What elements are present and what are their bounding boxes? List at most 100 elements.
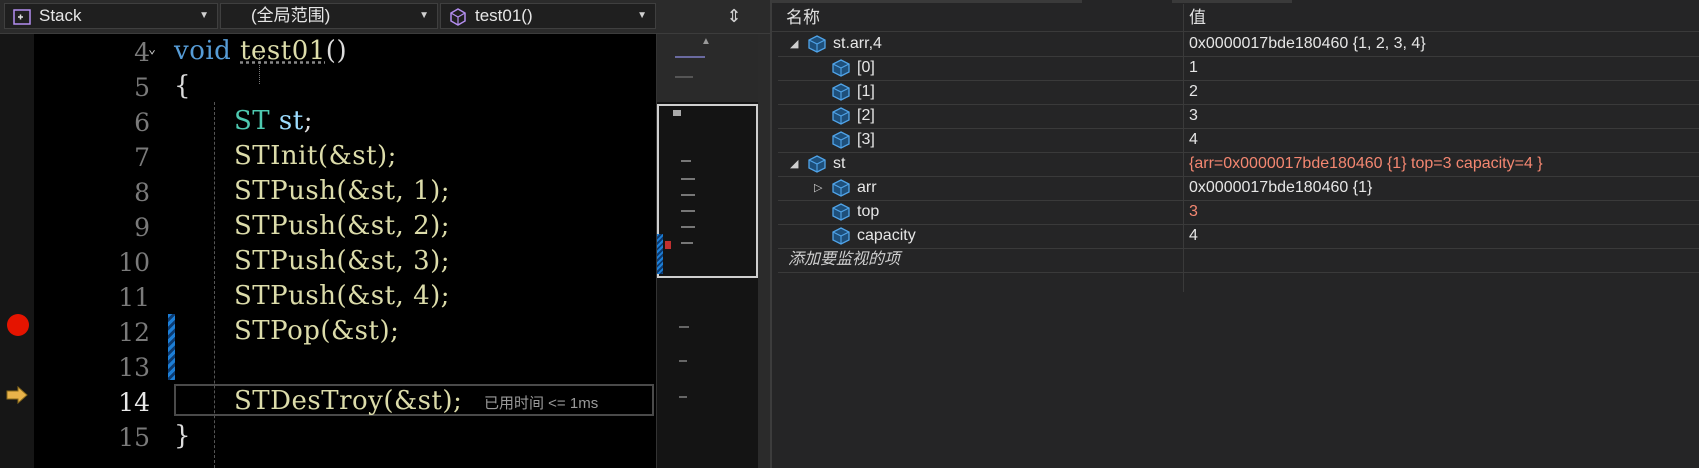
line-number: 13: [118, 353, 150, 382]
code-line[interactable]: STPush(&st, 4);: [234, 281, 450, 311]
line-number: 8: [134, 178, 150, 207]
change-indicator: [168, 314, 175, 380]
minimap-line: [679, 396, 687, 398]
minimap-line: [673, 110, 681, 116]
column-header-value[interactable]: 值: [1189, 4, 1206, 32]
variable-icon: [832, 179, 850, 197]
column-header-name[interactable]: 名称: [786, 4, 820, 32]
code-line[interactable]: STInit(&st);: [234, 141, 397, 171]
code-line[interactable]: void test01(): [174, 36, 347, 66]
watch-row[interactable]: [3] 4: [778, 128, 1699, 153]
breakpoint-icon[interactable]: [7, 314, 29, 336]
watch-value[interactable]: 0x0000017bde180460 {1, 2, 3, 4}: [1189, 32, 1426, 56]
variable-icon: [808, 155, 826, 173]
minimap-scroll-up-icon[interactable]: ▲: [701, 36, 711, 47]
chevron-down-icon: ▼: [637, 10, 647, 21]
watch-value[interactable]: 1: [1189, 56, 1198, 80]
collapse-toggle-icon[interactable]: ⌄: [144, 42, 160, 58]
add-watch-row[interactable]: 添加要监视的项: [778, 248, 1699, 273]
watch-name: capacity: [857, 227, 916, 244]
code-line[interactable]: STPush(&st, 2);: [234, 211, 450, 241]
watch-row[interactable]: [1] 2: [778, 80, 1699, 105]
watch-value[interactable]: 3: [1189, 200, 1198, 224]
minimap-line: [681, 210, 695, 212]
split-window-button[interactable]: ⇕: [710, 3, 758, 29]
tab-strip: [1172, 0, 1292, 3]
collapse-arrow-icon[interactable]: ◢: [790, 32, 798, 56]
variable-icon: [832, 227, 850, 245]
vertical-scrollbar[interactable]: [758, 34, 770, 468]
minimap-line: [681, 242, 693, 244]
code-line[interactable]: STPop(&st);: [234, 316, 399, 346]
add-watch-placeholder[interactable]: 添加要监视的项: [788, 248, 900, 272]
variable-icon: [832, 59, 850, 77]
watch-name: [2]: [857, 107, 875, 124]
watch-row[interactable]: ▷ arr 0x0000017bde180460 {1}: [778, 176, 1699, 201]
line-number: 5: [134, 73, 150, 102]
split-icon: ⇕: [726, 6, 742, 26]
line-number-current: 14: [118, 388, 150, 417]
watch-name: [0]: [857, 59, 875, 76]
watch-row[interactable]: [0] 1: [778, 56, 1699, 81]
code-line[interactable]: }: [174, 421, 191, 451]
navigation-bar: Stack ▼ (全局范围) ▼ test01() ▼ ⇕: [0, 0, 770, 34]
indicator-margin[interactable]: [0, 34, 34, 468]
minimap-line: [675, 56, 705, 58]
watch-value[interactable]: 4: [1189, 128, 1198, 152]
current-statement-arrow-icon: [6, 385, 28, 409]
watch-value[interactable]: 2: [1189, 80, 1198, 104]
watch-header: [772, 4, 1699, 32]
minimap-breakpoint-marker: [665, 241, 671, 249]
minimap-change-marker: [657, 234, 663, 274]
watch-value[interactable]: 4: [1189, 224, 1198, 248]
minimap[interactable]: ▲: [656, 34, 758, 468]
watch-row[interactable]: ◢ st {arr=0x0000017bde180460 {1} top=3 c…: [778, 152, 1699, 177]
chevron-down-icon: ▼: [419, 10, 429, 21]
line-number: 12: [118, 318, 150, 347]
watch-value[interactable]: 3: [1189, 104, 1198, 128]
line-number: 9: [134, 213, 150, 242]
code-line-current[interactable]: STDesTroy(&st);: [234, 386, 462, 416]
code-line[interactable]: STPush(&st, 1);: [234, 176, 450, 206]
watch-name: arr: [857, 179, 877, 196]
code-area[interactable]: 4 5 6 7 8 9 10 11 12 13 14 15 ⌄ void tes…: [34, 34, 710, 468]
watch-value[interactable]: 0x0000017bde180460 {1}: [1189, 176, 1372, 200]
code-line[interactable]: STPush(&st, 3);: [234, 246, 450, 276]
code-line[interactable]: ST st;: [234, 106, 313, 136]
watch-row[interactable]: capacity 4: [778, 224, 1699, 249]
expand-arrow-icon[interactable]: ▷: [814, 176, 822, 200]
watch-row[interactable]: ◢ st.arr,4 0x0000017bde180460 {1, 2, 3, …: [778, 32, 1699, 57]
watch-name: st.arr,4: [833, 35, 882, 52]
perf-tip[interactable]: 已用时间 <= 1ms: [484, 392, 598, 413]
watch-value[interactable]: {arr=0x0000017bde180460 {1} top=3 capaci…: [1189, 152, 1543, 176]
code-line[interactable]: {: [174, 71, 191, 101]
variable-icon: [832, 131, 850, 149]
variable-icon: [832, 203, 850, 221]
function-name: test01(): [475, 6, 533, 25]
line-number: 11: [118, 283, 150, 312]
variable-icon: [832, 83, 850, 101]
project-icon: [13, 8, 31, 32]
minimap-line: [681, 178, 695, 180]
line-number: 6: [134, 108, 150, 137]
watch-row[interactable]: [2] 3: [778, 104, 1699, 129]
project-dropdown[interactable]: Stack ▼: [4, 3, 218, 29]
line-number: 4: [134, 38, 150, 67]
watch-row[interactable]: top 3: [778, 200, 1699, 225]
line-number: 15: [118, 423, 150, 452]
minimap-viewport[interactable]: [657, 104, 758, 278]
watch-window[interactable]: 名称 值 ◢ st.arr,4 0x0000017bde180460 {1, 2…: [772, 0, 1699, 468]
line-number: 10: [118, 248, 150, 277]
minimap-line: [681, 160, 691, 162]
scope-dropdown[interactable]: (全局范围) ▼: [220, 3, 438, 29]
project-name: Stack: [39, 6, 82, 25]
collapse-arrow-icon[interactable]: ◢: [790, 152, 798, 176]
watch-name: [1]: [857, 83, 875, 100]
minimap-line: [679, 326, 689, 328]
function-cube-icon: [449, 8, 467, 33]
tab-strip: [772, 0, 1082, 3]
minimap-line: [681, 194, 695, 196]
function-dropdown[interactable]: test01() ▼: [440, 3, 656, 29]
variable-icon: [808, 35, 826, 53]
code-editor[interactable]: Stack ▼ (全局范围) ▼ test01() ▼ ⇕ 4 5 6 7 8: [0, 0, 770, 468]
